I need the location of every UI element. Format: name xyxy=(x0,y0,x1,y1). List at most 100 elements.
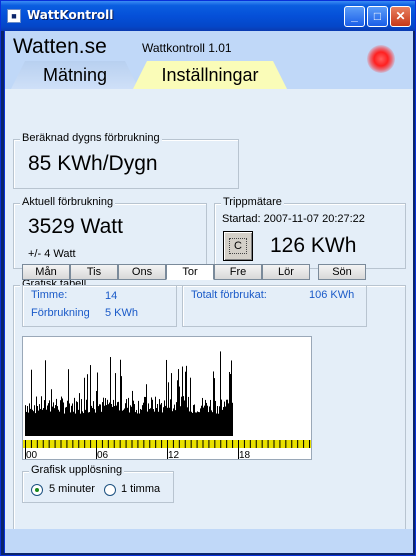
time-axis-tick xyxy=(273,440,275,448)
time-axis-tick xyxy=(202,440,204,448)
time-axis-tick xyxy=(243,440,245,448)
chart-bar xyxy=(128,397,129,436)
time-axis-tick xyxy=(297,440,299,448)
minimize-button[interactable]: _ xyxy=(344,6,365,27)
x-tick-line xyxy=(238,448,239,459)
chart-bar xyxy=(46,409,47,436)
chart-bar xyxy=(26,411,27,436)
chart-bar xyxy=(122,410,123,436)
chart-bar xyxy=(198,411,199,436)
chart-bar xyxy=(93,401,94,436)
chart-bar xyxy=(29,403,30,436)
trip-meter-group: Trippmätare Startad: 2007-11-07 20:27:22… xyxy=(214,196,406,269)
title-bar[interactable]: ■ WattKontroll _ □ ✕ xyxy=(1,1,415,31)
chart-bar xyxy=(82,411,83,436)
chart-bar xyxy=(130,405,131,436)
hour-detail-box: Timme: 14 Förbrukning 5 KWh xyxy=(22,285,177,327)
radio-5-minutes[interactable] xyxy=(31,484,43,496)
day-tab-tor[interactable]: Tor xyxy=(166,264,214,280)
chart-bar xyxy=(148,403,149,436)
chart-bar xyxy=(112,406,113,436)
chart-bar xyxy=(142,405,143,436)
time-axis-tick xyxy=(196,440,198,448)
time-axis-tick xyxy=(30,440,32,448)
chart-bar xyxy=(125,403,126,436)
time-axis-tick xyxy=(42,440,44,448)
chart-bar xyxy=(67,400,68,436)
day-tab-tis[interactable]: Tis xyxy=(70,264,118,280)
hour-value: 14 xyxy=(105,290,118,302)
time-axis-tick xyxy=(255,440,257,448)
chart-bar xyxy=(211,410,212,436)
chart-bar xyxy=(74,397,75,436)
chart-bar xyxy=(161,403,162,436)
chart-bar xyxy=(202,397,203,436)
chart-bar xyxy=(120,359,121,436)
chart-bar xyxy=(108,404,109,436)
chart-bar xyxy=(28,412,29,436)
chart-bar xyxy=(191,411,192,436)
chart-bar xyxy=(135,412,136,436)
chart-bar xyxy=(104,405,105,436)
maximize-button[interactable]: □ xyxy=(367,6,388,27)
chart-bar xyxy=(232,402,233,436)
day-tab-fre[interactable]: Fre xyxy=(214,264,262,280)
hour-label: Timme: xyxy=(31,289,68,301)
chart-bar xyxy=(119,410,120,436)
chart-bar xyxy=(66,406,67,436)
time-axis-tick xyxy=(119,440,121,448)
resolution-legend: Grafisk upplösning xyxy=(29,464,125,476)
client-area: Watten.se Wattkontroll 1.01 Mätning Inst… xyxy=(4,31,413,553)
time-axis-tick xyxy=(101,440,103,448)
radio-5-minutes-label: 5 minuter xyxy=(49,483,95,495)
day-tab-ons[interactable]: Ons xyxy=(118,264,166,280)
time-axis-tick xyxy=(285,440,287,448)
chart-bar xyxy=(165,405,166,436)
resolution-group: Grafisk upplösning 5 minuter 1 timma xyxy=(22,464,174,503)
chart-bar xyxy=(72,403,73,436)
chart-bar xyxy=(92,407,93,436)
chart-bar xyxy=(194,404,195,436)
chart-bar xyxy=(118,401,119,436)
chart-bar xyxy=(203,407,204,436)
chart-bar xyxy=(184,400,185,436)
version-label: Wattkontroll 1.01 xyxy=(142,41,232,55)
trip-reset-button[interactable]: C xyxy=(223,231,253,261)
time-axis-tick xyxy=(238,440,239,448)
time-axis-tick xyxy=(137,440,139,448)
consumption-chart[interactable]: 00 06 12 18 xyxy=(22,336,312,461)
chart-bar xyxy=(97,372,98,436)
chart-bar xyxy=(213,371,214,436)
chart-bar xyxy=(229,371,230,436)
chart-bar xyxy=(102,402,103,436)
tab-matning[interactable]: Mätning xyxy=(11,61,139,89)
close-button[interactable]: ✕ xyxy=(390,6,411,27)
chart-bar xyxy=(38,410,39,436)
chart-bar xyxy=(73,411,74,436)
day-tab-man[interactable]: Mån xyxy=(22,264,70,280)
daily-consumption-group: Beräknad dygns förbrukning 85 KWh/Dygn xyxy=(13,132,239,189)
time-axis-tick xyxy=(54,440,56,448)
chart-bar xyxy=(36,396,37,436)
chart-bar xyxy=(86,399,87,436)
tab-installningar[interactable]: Inställningar xyxy=(133,61,287,89)
current-value: 3529 Watt xyxy=(28,215,123,238)
chart-bar xyxy=(144,396,145,436)
chart-bar xyxy=(33,411,34,436)
day-tab-son[interactable]: Sön xyxy=(318,264,366,280)
app-icon[interactable]: ■ xyxy=(7,9,21,23)
radio-1-hour[interactable] xyxy=(104,484,116,496)
chart-bar xyxy=(231,360,232,436)
chart-bar xyxy=(196,412,197,436)
chart-bar xyxy=(136,409,137,436)
chart-bar xyxy=(206,402,207,436)
x-tick-line xyxy=(96,448,97,459)
brand-title: Watten.se xyxy=(13,35,107,58)
chart-bar xyxy=(200,408,201,436)
chart-bar xyxy=(56,398,57,436)
chart-bar xyxy=(61,396,62,436)
day-tab-lor[interactable]: Lör xyxy=(262,264,310,280)
time-axis-tick xyxy=(155,440,157,448)
chart-bar xyxy=(160,404,161,436)
chart-bar xyxy=(170,399,171,436)
